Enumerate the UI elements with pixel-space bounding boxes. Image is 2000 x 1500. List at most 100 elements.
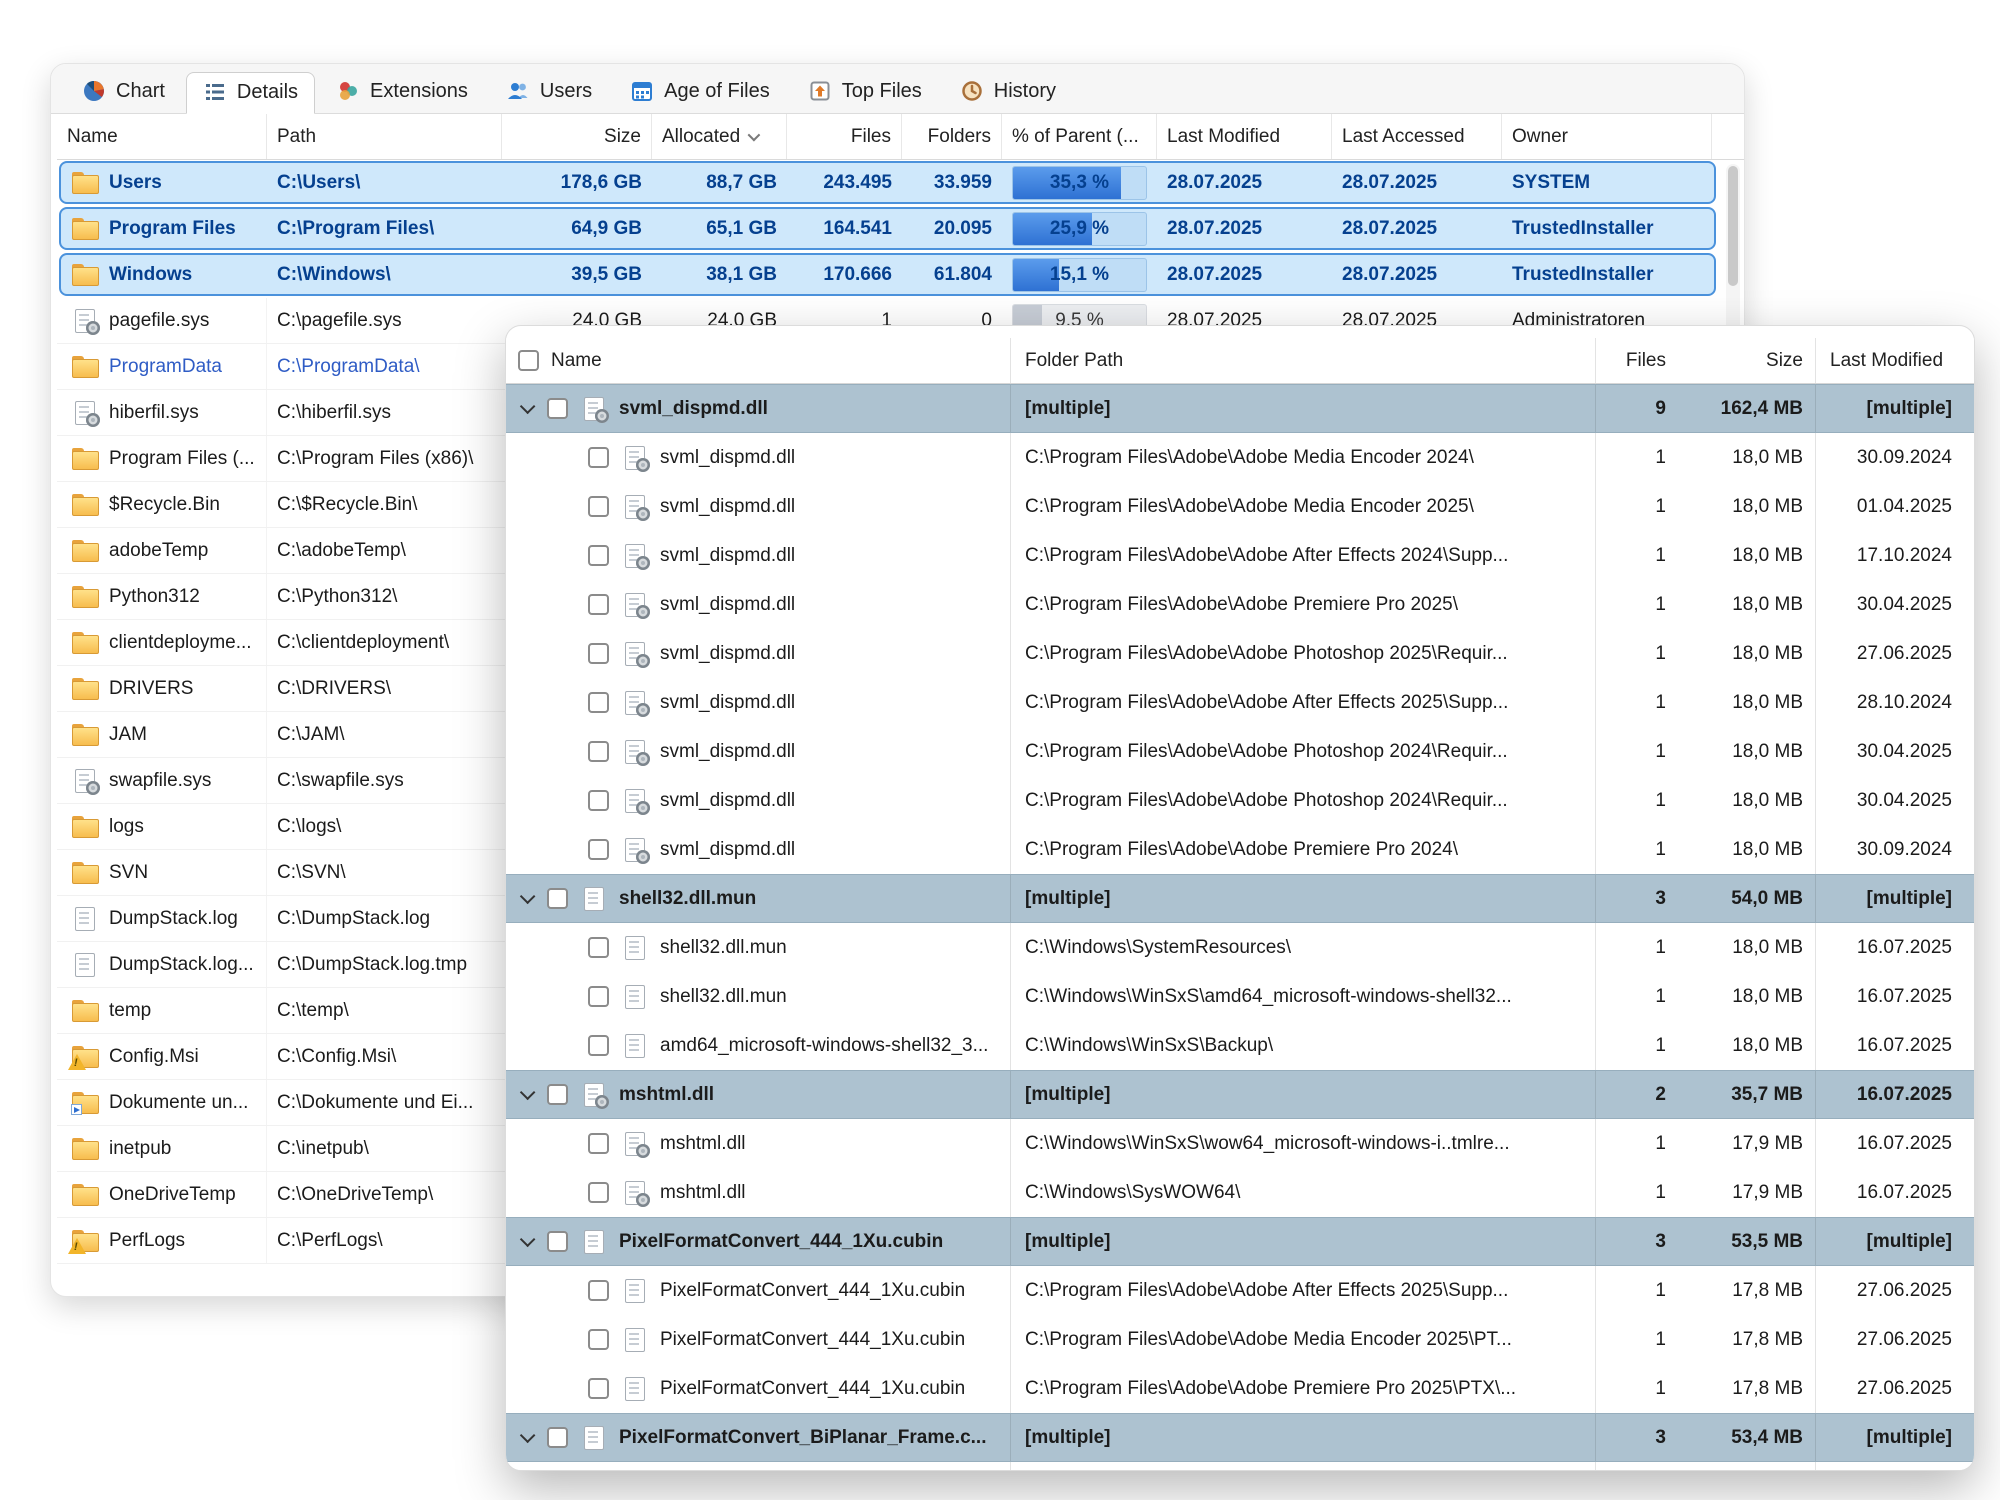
duplicate-file-row[interactable]: svml_dispmd.dll C:\Program Files\Adobe\A…	[506, 580, 1974, 629]
row-checkbox[interactable]	[588, 1378, 609, 1399]
group-checkbox[interactable]	[547, 888, 568, 909]
column-header-files[interactable]: Files	[787, 114, 902, 159]
collapse-chevron-icon[interactable]	[520, 1232, 536, 1248]
row-checkbox[interactable]	[588, 1133, 609, 1154]
folder-path-cell: C:\Program Files\Adobe\Adobe Premiere Pr…	[1011, 825, 1596, 874]
column-header-size[interactable]: Size	[502, 114, 652, 159]
collapse-chevron-icon[interactable]	[520, 1085, 536, 1101]
column-header-name[interactable]: Name	[57, 114, 267, 159]
tab-details[interactable]: Details	[186, 72, 315, 114]
column-header-files[interactable]: Files	[1596, 338, 1676, 383]
tab-label: Age of Files	[664, 80, 770, 103]
column-header-last-modified[interactable]: Last Modified	[1157, 114, 1332, 159]
select-all-checkbox[interactable]	[518, 350, 539, 371]
folder-icon	[71, 263, 98, 286]
file-icon	[580, 1230, 607, 1253]
row-checkbox[interactable]	[588, 1182, 609, 1203]
group-checkbox[interactable]	[547, 1231, 568, 1252]
collapse-chevron-icon[interactable]	[520, 1428, 536, 1444]
duplicate-file-row[interactable]: svml_dispmd.dll C:\Program Files\Adobe\A…	[506, 727, 1974, 776]
row-checkbox[interactable]	[588, 790, 609, 811]
scrollbar-thumb[interactable]	[1728, 166, 1738, 286]
row-checkbox[interactable]	[588, 839, 609, 860]
column-header-name[interactable]: Name	[506, 338, 1011, 383]
row-checkbox[interactable]	[588, 741, 609, 762]
column-header-last-accessed[interactable]: Last Accessed	[1332, 114, 1502, 159]
duplicate-file-row[interactable]: PixelFormatConvert_444_1Xu.cubin C:\Prog…	[506, 1266, 1974, 1315]
duplicate-file-row[interactable]: shell32.dll.mun C:\Windows\SystemResourc…	[506, 923, 1974, 972]
tab-label: Extensions	[370, 80, 468, 103]
duplicate-group-row[interactable]: shell32.dll.mun [multiple] 3 54,0 MB [mu…	[506, 874, 1974, 923]
group-name: shell32.dll.mun	[619, 888, 756, 910]
files-cell: 170.666	[787, 252, 902, 297]
group-checkbox[interactable]	[547, 398, 568, 419]
table-row[interactable]: Program Files C:\Program Files\ 64,9 GB …	[57, 206, 1744, 252]
tab-top-files[interactable]: Top Files	[791, 71, 939, 113]
column-header-owner[interactable]: Owner	[1502, 114, 1712, 159]
row-checkbox[interactable]	[588, 496, 609, 517]
duplicate-file-row[interactable]: PixelFormatConvert_BiPlanar_Frame.c... C…	[506, 1462, 1974, 1471]
column-header-folder-path[interactable]: Folder Path	[1011, 338, 1596, 383]
duplicate-file-row[interactable]: svml_dispmd.dll C:\Program Files\Adobe\A…	[506, 629, 1974, 678]
group-name-cell: mshtml.dll	[506, 1071, 1011, 1118]
group-checkbox[interactable]	[547, 1427, 568, 1448]
file-name-cell: svml_dispmd.dll	[506, 531, 1011, 580]
tab-extensions[interactable]: Extensions	[319, 71, 485, 113]
folder-icon	[71, 585, 98, 608]
duplicate-file-row[interactable]: PixelFormatConvert_444_1Xu.cubin C:\Prog…	[506, 1364, 1974, 1413]
name-cell: clientdeployme...	[57, 620, 267, 665]
column-header-percent-of-parent[interactable]: % of Parent (...	[1002, 114, 1157, 159]
duplicate-file-row[interactable]: svml_dispmd.dll C:\Program Files\Adobe\A…	[506, 531, 1974, 580]
last-modified-cell: 27.06.2025	[1816, 1315, 1966, 1364]
item-name: Program Files	[109, 218, 236, 240]
duplicate-file-row[interactable]: amd64_microsoft-windows-shell32_3... C:\…	[506, 1021, 1974, 1070]
last-modified-cell: 30.04.2025	[1816, 727, 1966, 776]
duplicates-table-body: svml_dispmd.dll [multiple] 9 162,4 MB [m…	[506, 384, 1974, 1471]
last-modified-cell: 30.09.2024	[1816, 433, 1966, 482]
duplicate-file-row[interactable]: mshtml.dll C:\Windows\SysWOW64\ 1 17,9 M…	[506, 1168, 1974, 1217]
duplicate-group-row[interactable]: svml_dispmd.dll [multiple] 9 162,4 MB [m…	[506, 384, 1974, 433]
folder-link-icon	[71, 1091, 98, 1114]
group-checkbox[interactable]	[547, 1084, 568, 1105]
duplicate-group-row[interactable]: mshtml.dll [multiple] 2 35,7 MB 16.07.20…	[506, 1070, 1974, 1119]
duplicate-file-row[interactable]: svml_dispmd.dll C:\Program Files\Adobe\A…	[506, 678, 1974, 727]
item-name: adobeTemp	[109, 540, 208, 562]
row-checkbox[interactable]	[588, 643, 609, 664]
tab-chart[interactable]: Chart	[65, 71, 182, 113]
column-header-size[interactable]: Size	[1676, 338, 1816, 383]
table-row[interactable]: Users C:\Users\ 178,6 GB 88,7 GB 243.495…	[57, 160, 1744, 206]
row-checkbox[interactable]	[588, 937, 609, 958]
row-checkbox[interactable]	[588, 692, 609, 713]
collapse-chevron-icon[interactable]	[520, 399, 536, 415]
tab-age-of-files[interactable]: Age of Files	[613, 71, 787, 113]
row-checkbox[interactable]	[588, 545, 609, 566]
group-name: mshtml.dll	[619, 1084, 714, 1106]
details-list-icon	[203, 80, 227, 104]
duplicate-file-row[interactable]: mshtml.dll C:\Windows\WinSxS\wow64_micro…	[506, 1119, 1974, 1168]
table-row[interactable]: Windows C:\Windows\ 39,5 GB 38,1 GB 170.…	[57, 252, 1744, 298]
row-checkbox[interactable]	[588, 986, 609, 1007]
row-checkbox[interactable]	[588, 447, 609, 468]
row-checkbox[interactable]	[588, 594, 609, 615]
duplicate-group-row[interactable]: PixelFormatConvert_BiPlanar_Frame.c... […	[506, 1413, 1974, 1462]
row-checkbox[interactable]	[588, 1280, 609, 1301]
duplicate-file-row[interactable]: svml_dispmd.dll C:\Program Files\Adobe\A…	[506, 433, 1974, 482]
duplicate-file-row[interactable]: svml_dispmd.dll C:\Program Files\Adobe\A…	[506, 776, 1974, 825]
duplicate-group-row[interactable]: PixelFormatConvert_444_1Xu.cubin [multip…	[506, 1217, 1974, 1266]
column-header-last-modified[interactable]: Last Modified	[1816, 338, 1966, 383]
column-header-folders[interactable]: Folders	[902, 114, 1002, 159]
duplicate-file-row[interactable]: PixelFormatConvert_444_1Xu.cubin C:\Prog…	[506, 1315, 1974, 1364]
row-checkbox[interactable]	[588, 1035, 609, 1056]
duplicate-file-row[interactable]: svml_dispmd.dll C:\Program Files\Adobe\A…	[506, 482, 1974, 531]
tab-history[interactable]: History	[943, 71, 1073, 113]
duplicate-file-row[interactable]: svml_dispmd.dll C:\Program Files\Adobe\A…	[506, 825, 1974, 874]
last-modified-cell: 17.10.2024	[1816, 531, 1966, 580]
item-name: inetpub	[109, 1138, 171, 1160]
percent-bar: 25,9 %	[1012, 212, 1147, 246]
column-header-path[interactable]: Path	[267, 114, 502, 159]
tab-users[interactable]: Users	[489, 71, 609, 113]
column-header-allocated[interactable]: Allocated	[652, 114, 787, 159]
duplicate-file-row[interactable]: shell32.dll.mun C:\Windows\WinSxS\amd64_…	[506, 972, 1974, 1021]
row-checkbox[interactable]	[588, 1329, 609, 1350]
collapse-chevron-icon[interactable]	[520, 889, 536, 905]
